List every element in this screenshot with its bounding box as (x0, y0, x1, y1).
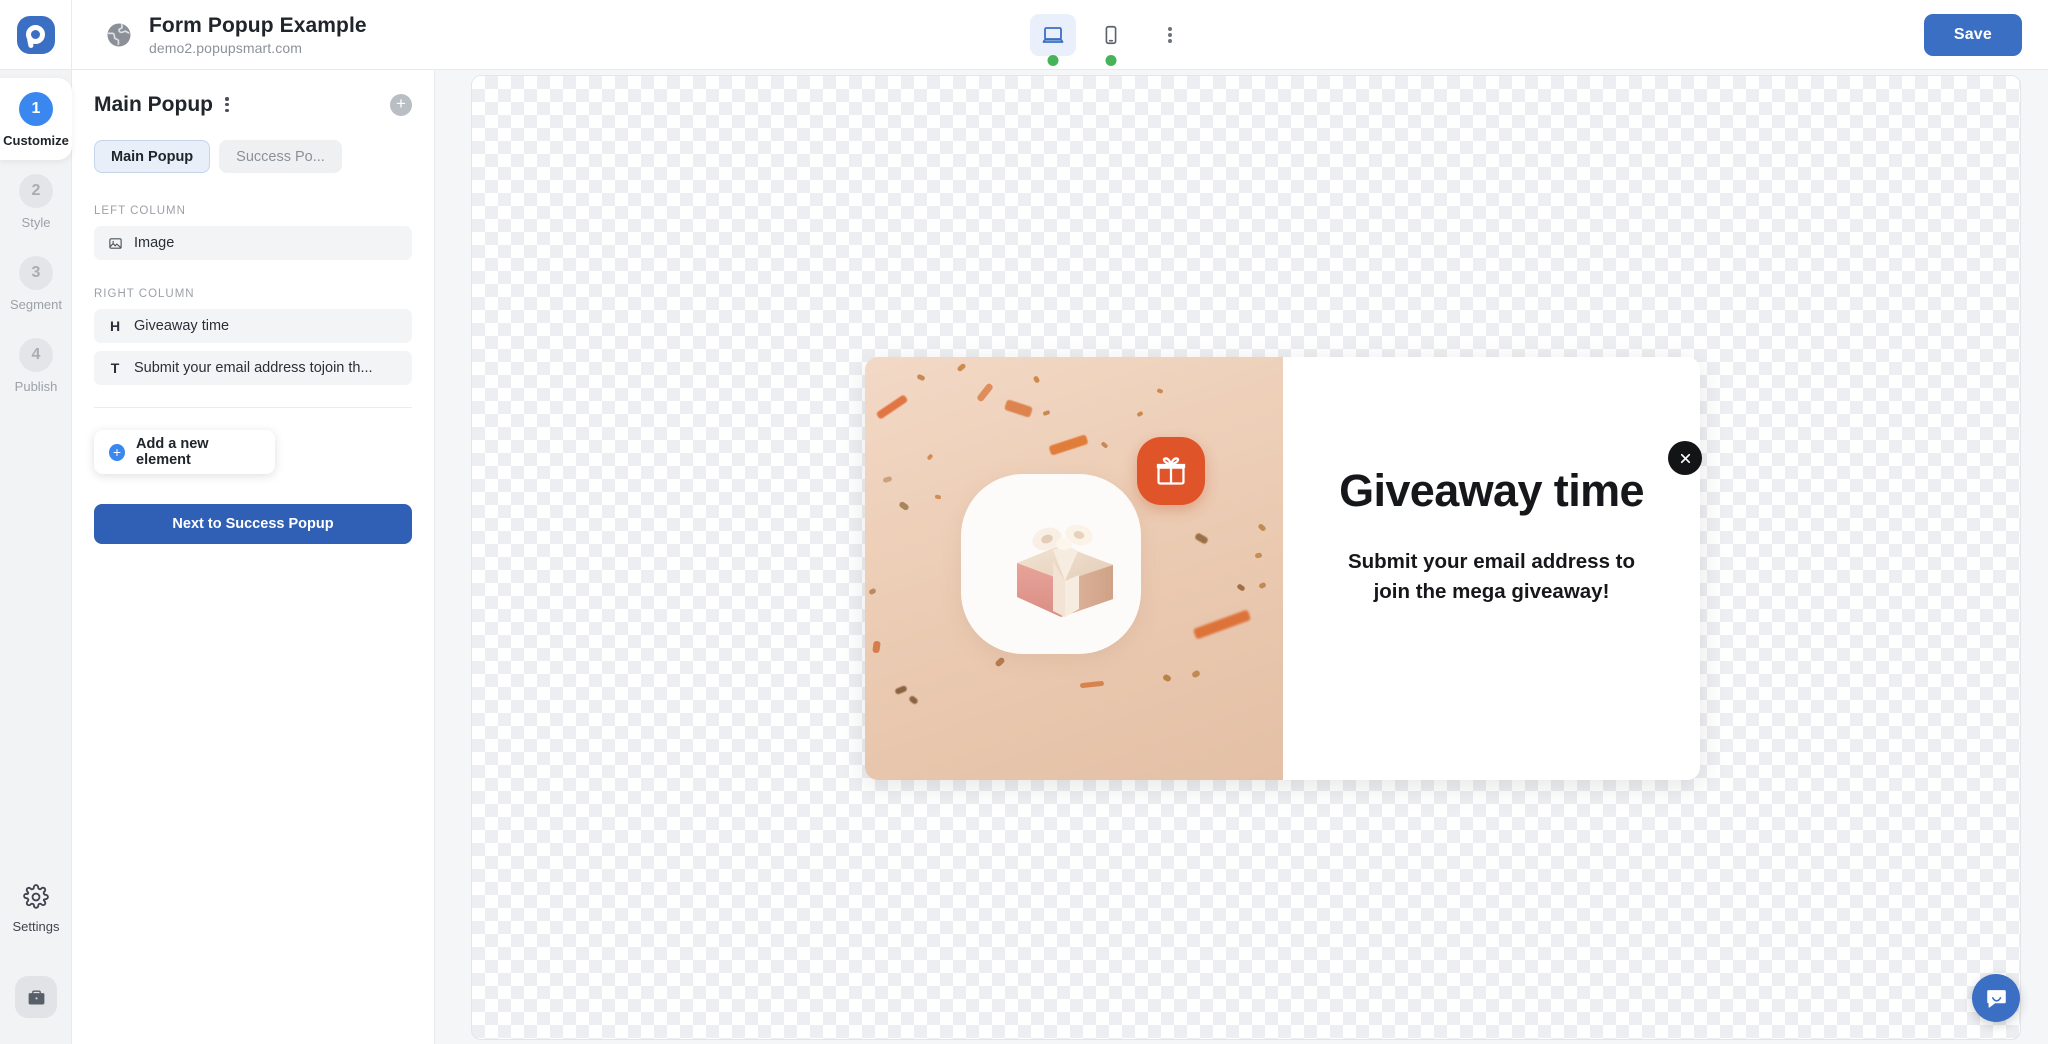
step-number: 2 (19, 174, 53, 208)
tab-success-popup[interactable]: Success Po... (219, 140, 342, 174)
popup-subheading-line1: Submit your email address to (1347, 550, 1636, 573)
settings-label: Settings (12, 919, 60, 934)
site-info: Form Popup Example demo2.popupsmart.com (104, 14, 367, 56)
step-rail: 1 Customize 2 Style 3 Segment 4 Publish (0, 70, 72, 1044)
step-label: Publish (14, 379, 58, 394)
globe-icon (104, 20, 134, 50)
panel-kebab-menu-icon[interactable] (222, 92, 232, 117)
list-item-heading[interactable]: H Giveaway time (94, 309, 412, 344)
mobile-view-button[interactable] (1088, 14, 1134, 66)
list-item-label: Giveaway time (134, 318, 230, 335)
mobile-status-dot (1105, 55, 1117, 66)
brand-cell (0, 0, 72, 70)
gift-box-3d-image (1009, 517, 1121, 619)
popup-subheading-line2: join the mega giveaway! (1373, 579, 1610, 603)
add-new-element-label: Add a new element (136, 436, 209, 469)
sidebar-item-customize[interactable]: 1 Customize (0, 78, 72, 160)
panel-header: Main Popup + (94, 92, 412, 117)
list-item-text[interactable]: T Submit your email address tojoin th... (94, 351, 412, 386)
preview-area: Giveaway time Submit your email address … (435, 70, 2048, 1044)
step-label: Segment (9, 297, 63, 312)
step-label: Customize (3, 133, 69, 148)
plus-circle-icon[interactable]: + (390, 93, 412, 116)
popup-subheading[interactable]: Submit your email address to join the me… (1348, 547, 1635, 606)
chat-bubble-icon[interactable] (1972, 974, 2020, 1022)
section-label-right-column: RIGHT COLUMN (94, 288, 195, 301)
sidebar-item-publish[interactable]: 4 Publish (0, 324, 72, 406)
popup-step-tabs: Main Popup Success Po... (94, 140, 412, 174)
device-toggle-group (1030, 0, 1190, 70)
panel-title: Main Popup (94, 92, 213, 116)
preview-canvas[interactable]: Giveaway time Submit your email address … (471, 75, 2021, 1040)
gift-icon (1156, 457, 1186, 485)
rail-bottom: Settings (0, 884, 72, 1018)
list-item-label: Submit your email address tojoin th... (134, 360, 373, 377)
add-new-element-button[interactable]: + Add a new element (94, 430, 275, 475)
next-to-success-popup-button[interactable]: Next to Success Popup (94, 504, 412, 545)
briefcase-icon[interactable] (15, 976, 57, 1018)
tab-main-popup[interactable]: Main Popup (94, 140, 211, 174)
divider (94, 407, 412, 409)
section-label-left-column: LEFT COLUMN (94, 205, 186, 218)
list-item-label: Image (134, 235, 175, 252)
popup-image-column[interactable] (865, 357, 1283, 780)
image-icon (107, 236, 123, 251)
step-number: 4 (19, 338, 53, 372)
text-icon: T (110, 360, 120, 377)
desktop-view-button[interactable] (1030, 14, 1076, 66)
save-button[interactable]: Save (1923, 14, 2022, 56)
app-root: Form Popup Example demo2.popupsmart.com (0, 0, 2048, 1044)
step-label: Style (21, 215, 51, 230)
sidebar-item-style[interactable]: 2 Style (0, 160, 72, 242)
plus-icon: + (109, 443, 126, 461)
sidebar-item-segment[interactable]: 3 Segment (0, 242, 72, 324)
close-icon[interactable] (1668, 441, 1702, 475)
site-url: demo2.popupsmart.com (149, 39, 302, 56)
step-number: 3 (19, 256, 53, 290)
logo-tail (26, 38, 34, 48)
popup-content-column: Giveaway time Submit your email address … (1283, 357, 1700, 780)
desktop-status-dot (1047, 55, 1059, 66)
customize-panel: Main Popup + Main Popup Success Po... LE… (72, 70, 435, 1044)
popupsmart-logo-icon[interactable] (16, 15, 55, 54)
step-number: 1 (19, 92, 53, 126)
site-text: Form Popup Example demo2.popupsmart.com (149, 14, 367, 56)
list-item-image[interactable]: Image (94, 226, 412, 261)
sidebar-item-settings[interactable]: Settings (0, 884, 72, 934)
heading-icon: H (109, 318, 121, 335)
page-title: Form Popup Example (149, 13, 367, 37)
gear-icon (23, 884, 49, 909)
popup-preview[interactable]: Giveaway time Submit your email address … (865, 357, 1700, 780)
kebab-menu-icon[interactable] (1150, 14, 1190, 56)
popup-heading[interactable]: Giveaway time (1339, 465, 1644, 517)
top-bar: Form Popup Example demo2.popupsmart.com (0, 0, 2048, 70)
gift-badge (1137, 437, 1205, 505)
step-list: 1 Customize 2 Style 3 Segment 4 Publish (0, 70, 72, 406)
